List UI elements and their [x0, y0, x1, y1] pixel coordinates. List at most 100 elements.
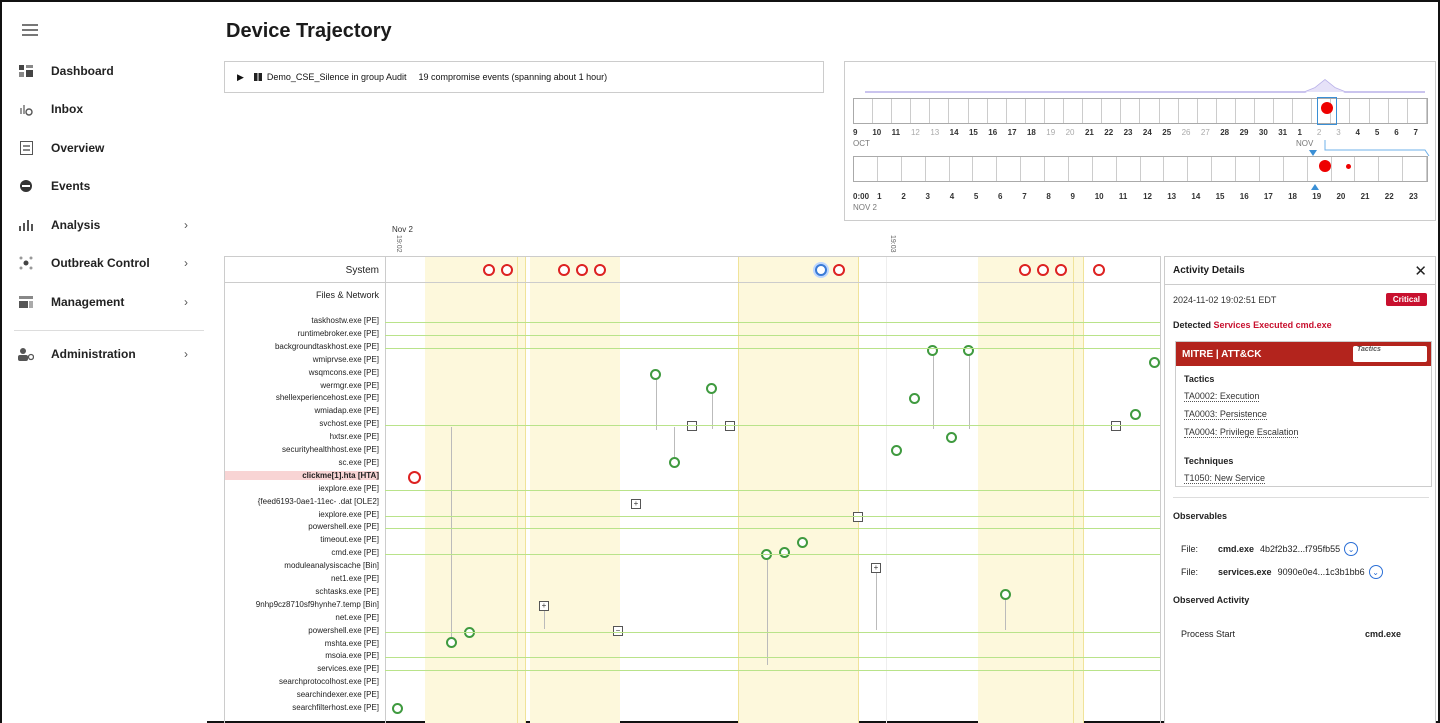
sidebar-item-analysis[interactable]: Analysis ›	[18, 213, 198, 237]
network-event-icon[interactable]: −	[853, 512, 863, 522]
day-cell[interactable]	[1026, 99, 1045, 123]
day-cell[interactable]	[892, 99, 912, 123]
hour-cell[interactable]	[854, 157, 878, 181]
day-cell[interactable]	[1389, 99, 1408, 123]
day-cell[interactable]	[1408, 99, 1427, 123]
file-event-icon[interactable]	[779, 547, 790, 558]
system-event-icon[interactable]	[1037, 264, 1049, 276]
day-cell[interactable]	[1274, 99, 1294, 123]
file-event-icon[interactable]	[1130, 409, 1141, 420]
file-row-label[interactable]: moduleanalysiscache [Bin]	[284, 561, 379, 570]
hour-selector-row[interactable]	[853, 156, 1428, 182]
system-event-icon[interactable]	[594, 264, 606, 276]
day-cell[interactable]	[1255, 99, 1275, 123]
critical-file-event-icon[interactable]	[408, 471, 421, 484]
hour-cell[interactable]	[1284, 157, 1308, 181]
file-event-icon[interactable]	[650, 369, 661, 380]
system-event-icon[interactable]	[576, 264, 588, 276]
day-cell[interactable]	[1179, 99, 1198, 123]
file-event-icon[interactable]	[927, 345, 938, 356]
file-event-icon[interactable]	[446, 637, 457, 648]
hour-cell[interactable]	[1260, 157, 1284, 181]
file-event-icon[interactable]	[392, 703, 403, 714]
system-event-icon[interactable]	[1055, 264, 1067, 276]
day-cell[interactable]	[1083, 99, 1103, 123]
file-event-icon[interactable]	[963, 345, 974, 356]
day-cell[interactable]	[988, 99, 1007, 123]
system-event-icon[interactable]	[501, 264, 513, 276]
file-row-label[interactable]: wsqmcons.exe [PE]	[309, 368, 379, 377]
hour-cell[interactable]	[1403, 157, 1427, 181]
hour-cell[interactable]	[1379, 157, 1404, 181]
file-row-label[interactable]: backgroundtaskhost.exe [PE]	[275, 342, 379, 351]
hour-cell[interactable]	[997, 157, 1022, 181]
file-event-icon[interactable]	[891, 445, 902, 456]
chevron-down-icon[interactable]: ⌄	[1368, 565, 1383, 579]
system-event-icon[interactable]	[558, 264, 570, 276]
file-row-label[interactable]: iexplore.exe [PE]	[319, 510, 379, 519]
hour-cell[interactable]	[902, 157, 926, 181]
hour-cell[interactable]	[1069, 157, 1093, 181]
file-event-icon[interactable]	[669, 457, 680, 468]
hour-cell[interactable]	[1355, 157, 1380, 181]
sidebar-item-administration[interactable]: Administration ›	[18, 342, 198, 366]
system-event-icon[interactable]	[1019, 264, 1031, 276]
expand-triangle-icon[interactable]: ▶	[237, 72, 244, 83]
file-row-label[interactable]: services.exe [PE]	[317, 664, 379, 673]
hour-cell[interactable]	[1164, 157, 1189, 181]
day-cell[interactable]	[1350, 99, 1370, 123]
day-selector-row[interactable]	[853, 98, 1428, 124]
sidebar-item-outbreak-control[interactable]: Outbreak Control ›	[18, 251, 198, 275]
sidebar-item-overview[interactable]: Overview	[18, 136, 198, 160]
hour-cell[interactable]	[1093, 157, 1117, 181]
file-row-label[interactable]: svchost.exe [PE]	[319, 419, 379, 428]
file-event-icon[interactable]	[797, 537, 808, 548]
file-row-label[interactable]: cmd.exe [PE]	[331, 548, 379, 557]
selected-system-event-icon[interactable]	[815, 264, 827, 276]
sidebar-item-dashboard[interactable]: Dashboard	[18, 59, 198, 83]
day-cell[interactable]	[911, 99, 931, 123]
file-row-label[interactable]: schtasks.exe [PE]	[315, 587, 379, 596]
day-cell[interactable]	[1370, 99, 1389, 123]
hour-cell[interactable]	[1141, 157, 1165, 181]
day-cell[interactable]	[969, 99, 988, 123]
file-row-label[interactable]: 9nhp9cz8710sf9hynhe7.temp [Bin]	[256, 600, 379, 609]
system-event-icon[interactable]	[833, 264, 845, 276]
file-row-label[interactable]: wmiadap.exe [PE]	[315, 406, 379, 415]
group-summary[interactable]: ▶ Demo_CSE_Silence in group Audit 19 com…	[224, 61, 824, 93]
file-row-label[interactable]: iexplore.exe [PE]	[319, 484, 379, 493]
hour-cell[interactable]	[1021, 157, 1045, 181]
day-cell[interactable]	[873, 99, 893, 123]
system-event-icon[interactable]	[1093, 264, 1105, 276]
file-row-label[interactable]: securityhealthhost.exe [PE]	[282, 445, 379, 454]
file-row-label[interactable]: taskhostw.exe [PE]	[311, 316, 379, 325]
file-row-label[interactable]: sc.exe [PE]	[339, 458, 379, 467]
network-event-icon[interactable]: +	[631, 499, 641, 509]
hour-cell[interactable]	[1117, 157, 1141, 181]
hour-cell[interactable]	[950, 157, 974, 181]
file-row-label[interactable]: searchindexer.exe [PE]	[297, 690, 379, 699]
day-cell[interactable]	[1045, 99, 1065, 123]
day-cell[interactable]	[1160, 99, 1179, 123]
day-cell[interactable]	[1007, 99, 1026, 123]
network-event-icon[interactable]: +	[539, 601, 549, 611]
file-row-label[interactable]: msoia.exe [PE]	[325, 651, 379, 660]
tactic-link[interactable]: TA0004: Privilege Escalation	[1184, 427, 1299, 438]
chevron-down-icon[interactable]: ⌄	[1344, 542, 1359, 556]
sidebar-item-management[interactable]: Management ›	[18, 290, 198, 314]
file-row-label[interactable]: wermgr.exe [PE]	[320, 381, 379, 390]
hour-cell[interactable]	[1188, 157, 1213, 181]
file-row-label[interactable]: runtimebroker.exe [PE]	[298, 329, 379, 338]
system-event-icon[interactable]	[483, 264, 495, 276]
day-cell[interactable]	[1293, 99, 1313, 123]
day-cell[interactable]	[1236, 99, 1255, 123]
file-row-label[interactable]: {feed6193-0ae1-11ec- .dat [OLE2]	[258, 497, 379, 506]
hour-cell[interactable]	[1212, 157, 1236, 181]
tactic-link[interactable]: TA0003: Persistence	[1184, 409, 1267, 420]
detection-name[interactable]: Services Executed cmd.exe	[1214, 320, 1332, 330]
hour-cell[interactable]	[1045, 157, 1069, 181]
file-event-icon[interactable]	[1000, 589, 1011, 600]
file-row-label[interactable]: shellexperiencehost.exe [PE]	[276, 393, 379, 402]
file-row-label[interactable]: timeout.exe [PE]	[320, 535, 379, 544]
day-cell[interactable]	[1140, 99, 1160, 123]
